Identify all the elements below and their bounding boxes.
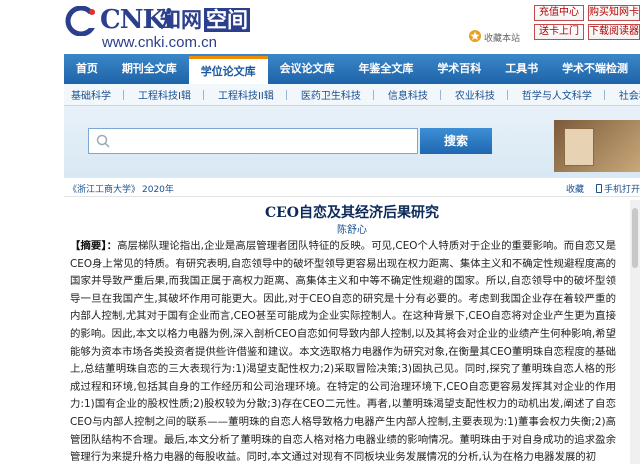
subnav-basic-science[interactable]: 基础科学 — [64, 87, 131, 102]
subnav-engineering-1[interactable]: 工程科技I辑 — [131, 87, 211, 102]
cnki-logo[interactable]: CNKi 知网 空间 www.cnki.com.cn — [64, 4, 264, 51]
nav-reference-books[interactable]: 工具书 — [493, 54, 550, 84]
subnav-agriculture[interactable]: 农业科技 — [448, 87, 515, 102]
collect-link[interactable]: 收藏 — [566, 182, 584, 195]
ad-banner-image[interactable] — [554, 120, 640, 172]
subnav-medicine[interactable]: 医药卫生科技 — [294, 87, 381, 102]
search-icon — [96, 134, 110, 148]
site-header: CNKi 知网 空间 www.cnki.com.cn 收藏本站 充值中心 购买知网… — [0, 0, 640, 52]
buy-card-button[interactable]: 购买知网卡 — [588, 5, 640, 21]
mobile-open-link[interactable]: 手机打开 — [596, 182, 640, 195]
nav-yearbooks[interactable]: 年鉴全文库 — [347, 54, 426, 84]
article-title: CEO自恋及其经济后果研究 — [264, 205, 439, 221]
abstract-label: 【摘要】： — [70, 240, 118, 252]
search-input[interactable] — [88, 128, 418, 154]
download-reader-button[interactable]: 下载阅读器 — [588, 24, 640, 40]
favorite-star-icon[interactable] — [468, 29, 482, 43]
source-year-link[interactable]: 2020年 — [142, 182, 174, 195]
logo-chinese: 知网 空间 — [160, 8, 250, 32]
article-abstract: 【摘要】：高层梯队理论指出,企业是高层管理者团队特征的反映。可见,CEO个人特质… — [70, 238, 616, 464]
subnav-information[interactable]: 信息科技 — [381, 87, 448, 102]
main-nav: 首页 期刊全文库 学位论文库 会议论文库 年鉴全文库 学术百科 工具书 学术不端… — [64, 54, 640, 84]
article-author-link[interactable]: 陈舒心 — [64, 221, 640, 236]
vertical-scrollbar[interactable] — [630, 200, 640, 464]
search-button[interactable]: 搜索 — [420, 128, 492, 154]
nav-plagiarism-check[interactable]: 学术不端检测 — [550, 54, 640, 84]
subnav-humanities[interactable]: 哲学与人文科学 — [515, 87, 612, 102]
nav-home[interactable]: 首页 — [64, 54, 110, 84]
nav-journals[interactable]: 期刊全文库 — [110, 54, 189, 84]
scrollbar-thumb[interactable] — [632, 208, 638, 268]
sub-nav: 基础科学 工程科技I辑 工程科技II辑 医药卫生科技 信息科技 农业科技 哲学与… — [64, 84, 640, 106]
divider — [64, 196, 640, 197]
nav-conferences[interactable]: 会议论文库 — [268, 54, 347, 84]
nav-encyclopedia[interactable]: 学术百科 — [425, 54, 493, 84]
source-institution-link[interactable]: 《浙江工商大学》 — [68, 182, 140, 195]
nav-theses[interactable]: 学位论文库 — [188, 56, 268, 84]
logo-url: www.cnki.com.cn — [102, 34, 218, 51]
subnav-social-science-1[interactable]: 社会科学I辑 — [612, 87, 640, 102]
abstract-text: 高层梯队理论指出,企业是高层管理者团队特征的反映。可见,CEO个人特质对于企业的… — [70, 240, 616, 464]
card-delivery-button[interactable]: 送卡上门 — [534, 24, 584, 40]
subnav-engineering-2[interactable]: 工程科技II辑 — [211, 87, 294, 102]
logo-swoosh-icon — [65, 6, 100, 36]
phone-icon — [596, 184, 602, 193]
favorite-site-link[interactable]: 收藏本站 — [484, 31, 520, 44]
recharge-center-button[interactable]: 充值中心 — [534, 5, 584, 21]
